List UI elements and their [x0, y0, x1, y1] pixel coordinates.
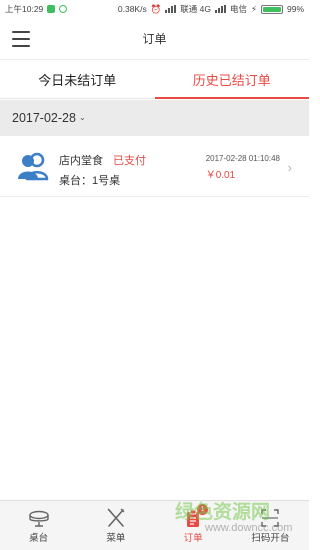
tab-today-unsettled[interactable]: 今日未结订单 — [0, 61, 155, 98]
signal-icon-2 — [215, 5, 226, 13]
page-title: 订单 — [142, 32, 167, 46]
tab-history-settled[interactable]: 历史已结订单 — [154, 61, 310, 99]
order-status: 已支付 — [113, 155, 146, 167]
nav-bar: 订单 — [0, 18, 309, 60]
date-filter-value: 2017-02-28 — [12, 111, 76, 125]
tabbar-label-menu: 菜单 — [106, 533, 126, 544]
date-filter-bar: 2017-02-28 ⌄ — [0, 100, 309, 136]
tabbar-item-menu[interactable]: 菜单 — [77, 501, 154, 550]
order-type: 店内堂食 — [59, 155, 103, 167]
network-speed: 0.38K/s — [117, 4, 147, 14]
table-icon — [28, 510, 49, 527]
status-bar: 上午10:29 0.38K/s ⏰ 联通 4G 电信 ⚡ 99% — [0, 0, 309, 18]
tabbar-item-scan[interactable]: 扫码开台 — [232, 501, 309, 550]
tabbar-label-scan: 扫码开台 — [251, 533, 290, 544]
tabbar-item-tables[interactable]: 桌台 — [0, 501, 77, 550]
notification-icon — [47, 5, 56, 13]
date-filter-dropdown[interactable]: 2017-02-28 ⌄ — [12, 111, 86, 125]
app-notification-icon — [59, 5, 68, 13]
status-time: 上午10:29 — [5, 4, 44, 14]
carrier-1: 联通 4G — [180, 4, 211, 14]
users-icon — [18, 152, 49, 181]
signal-icon — [165, 5, 177, 13]
order-time: 2017-02-28 01:10:48 — [205, 154, 280, 163]
alarm-icon: ⏰ — [150, 3, 162, 14]
battery-icon — [260, 4, 283, 14]
chevron-down-icon: ⌄ — [78, 112, 86, 122]
order-meta: 2017-02-28 01:10:48 ￥0.01 — [206, 154, 280, 181]
order-info: 店内堂食 已支付 桌台：1号桌 — [59, 152, 146, 188]
bottom-tab-bar: 桌台 菜单 1 订单 扫码开台 — [0, 500, 309, 550]
tabbar-label-tables: 桌台 — [29, 533, 49, 544]
scan-icon — [261, 509, 280, 527]
charging-icon: ⚡ — [251, 3, 257, 14]
utensils-icon — [107, 508, 125, 527]
carrier-2: 电信 — [230, 4, 248, 14]
order-list-item[interactable]: 店内堂食 已支付 桌台：1号桌 2017-02-28 01:10:48 ￥0.0… — [0, 137, 309, 197]
tabbar-label-orders: 订单 — [183, 533, 203, 544]
tabbar-item-orders[interactable]: 1 订单 — [155, 501, 232, 550]
order-amount: ￥0.01 — [205, 170, 236, 181]
order-table: 桌台：1号桌 — [59, 175, 121, 187]
battery-percent: 99% — [286, 4, 304, 14]
hamburger-menu-icon[interactable] — [12, 31, 34, 47]
chevron-right-icon: › — [287, 160, 292, 175]
order-badge: 1 — [197, 504, 209, 515]
order-tabs: 今日未结订单 历史已结订单 — [0, 61, 309, 99]
